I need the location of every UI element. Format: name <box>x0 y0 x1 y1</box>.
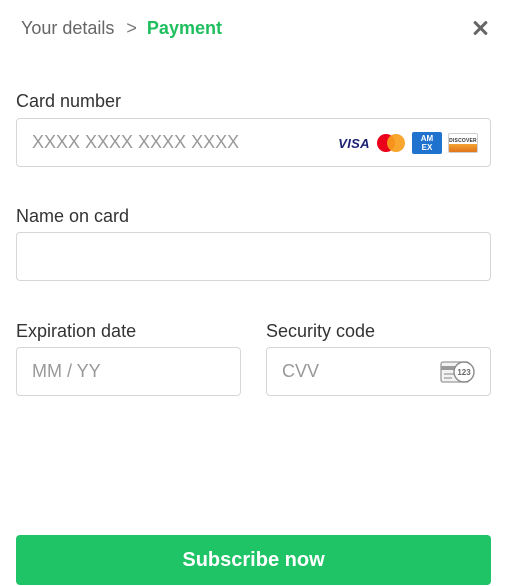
cvv-icon-text: 123 <box>457 368 471 377</box>
card-number-label: Card number <box>16 91 122 111</box>
cvv-card-icon: 123 <box>440 361 475 383</box>
amex-icon: AM EX <box>412 132 442 154</box>
expiration-date-label: Expiration date <box>16 321 137 341</box>
expiration-date-input[interactable] <box>17 348 240 395</box>
mastercard-icon <box>376 133 406 153</box>
close-icon[interactable] <box>472 20 488 36</box>
name-on-card-label: Name on card <box>16 206 130 226</box>
security-code-field-box: 123 <box>266 347 491 396</box>
amex-line1: AM <box>420 134 434 143</box>
security-code-label: Security code <box>266 321 376 341</box>
card-number-field-box: VISA AM EX DISCOVER <box>16 118 491 167</box>
breadcrumb: Your details > Payment <box>21 16 222 40</box>
subscribe-now-button[interactable]: Subscribe now <box>16 535 491 585</box>
visa-icon: VISA <box>338 135 370 151</box>
discover-icon: DISCOVER <box>448 133 478 153</box>
breadcrumb-separator: > <box>126 18 137 38</box>
breadcrumb-payment: Payment <box>146 18 222 38</box>
card-logos: VISA AM EX DISCOVER <box>338 132 478 154</box>
payment-form: Your details > Payment Card number VISA … <box>0 0 508 586</box>
expiration-date-field-box <box>16 347 241 396</box>
name-on-card-input[interactable] <box>17 233 490 280</box>
breadcrumb-your-details[interactable]: Your details <box>21 16 114 40</box>
name-on-card-field-box <box>16 232 491 281</box>
amex-line2: EX <box>421 143 433 152</box>
